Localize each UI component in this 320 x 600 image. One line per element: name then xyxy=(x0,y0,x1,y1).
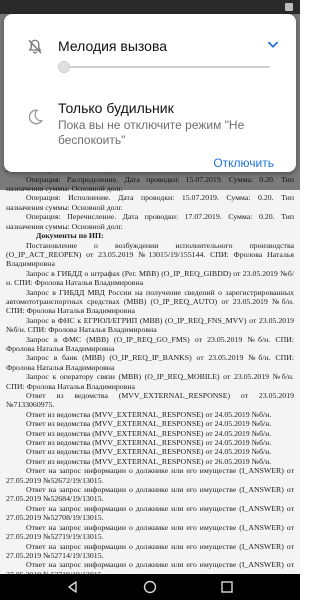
document-line: Запрос в ГИБДД МВД России на получение с… xyxy=(6,287,294,316)
document-line: Запрос в ГИБДД о штрафах (Рег. МВВ) (O_I… xyxy=(6,268,294,288)
document-line: Операция: Исполнение. Дата проводки: 15.… xyxy=(6,193,294,212)
document-line: Операция: Перечисление. Дата проводки: 1… xyxy=(6,212,294,231)
dnd-subtitle: Пока вы не отключите режим "Не беспокоит… xyxy=(58,118,245,147)
document-line: Запрос в ФМС (МВВ) (O_IP_REQ_GO_FMS) от … xyxy=(6,334,294,353)
document-line: Ответ из ведомства (MVV_EXTERNAL_RESPONS… xyxy=(26,456,272,466)
document-heading: Документы по ИП: xyxy=(36,231,104,241)
recents-icon[interactable] xyxy=(220,580,234,594)
home-icon[interactable] xyxy=(143,580,157,594)
document-line: Запрос в ФНС к ЕГРЮЛ/ЕГРИП (МВВ) (O_IP_R… xyxy=(6,315,294,335)
back-icon[interactable] xyxy=(66,580,80,594)
status-icon xyxy=(284,2,294,12)
document-line: Постановление о возбуждении исполнительн… xyxy=(6,240,294,269)
dnd-title: Только будильник xyxy=(58,100,174,116)
navigation-bar xyxy=(0,574,300,600)
document-line: Ответ из ведомства (MVV_EXTERNAL_RESPONS… xyxy=(26,438,272,448)
document-line: Ответ на запрос информации о должнике ил… xyxy=(6,485,294,504)
document-line: Ответ из ведомства (MVV_EXTERNAL_RESPONS… xyxy=(26,447,272,457)
document-line: Ответ из ведомства (MVV_EXTERNAL_RESPONS… xyxy=(6,391,294,410)
document-line: Ответ на запрос информации о должнике ил… xyxy=(6,541,294,560)
muted-bell-icon[interactable] xyxy=(26,38,44,56)
status-bar xyxy=(0,0,300,14)
document-line: Ответ из ведомства (MVV_EXTERNAL_RESPONS… xyxy=(26,428,272,438)
ringtone-volume-slider[interactable] xyxy=(58,61,270,73)
document-line: Ответ из ведомства (MVV_EXTERNAL_RESPONS… xyxy=(26,409,272,419)
document-line: Ответ на запрос информации о должнике ил… xyxy=(6,522,294,542)
document-line: Ответ на запрос информации о должнике ил… xyxy=(6,503,294,523)
document-line: Ответ на запрос информации о должнике ил… xyxy=(6,560,294,574)
slider-thumb[interactable] xyxy=(58,61,70,73)
document-line: Ответ из ведомства (MVV_EXTERNAL_RESPONS… xyxy=(26,419,272,429)
moon-icon xyxy=(26,108,44,126)
chevron-down-icon[interactable] xyxy=(266,38,280,52)
volume-panel: Мелодия вызова Только будильник Пока вы … xyxy=(4,14,296,172)
document-line: Ответ на запрос информации о должнике ил… xyxy=(6,466,294,485)
document-line: Запрос к оператору связи (МВВ) (O_IP_REQ… xyxy=(6,372,294,391)
turn-off-button[interactable]: Отключить xyxy=(213,156,274,170)
ringtone-label: Мелодия вызова xyxy=(58,38,168,54)
document-line: Запрос в банк (МВВ) (O_IP_REQ_IP_BANKS) … xyxy=(6,353,294,372)
slider-track xyxy=(58,66,270,68)
